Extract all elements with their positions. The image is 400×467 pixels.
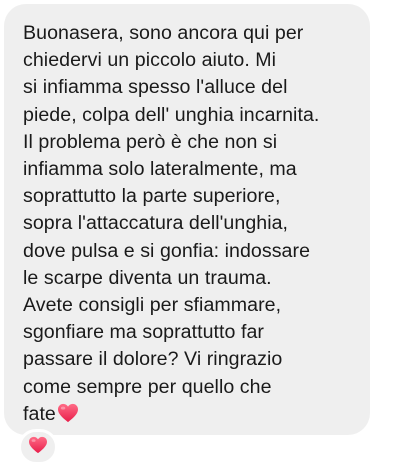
message-bubble[interactable]: Buonasera, sono ancora qui per chiedervi… [4, 4, 370, 435]
message-text: Buonasera, sono ancora qui per chiedervi… [23, 20, 360, 431]
message-line: chiedervi un piccolo aiuto. Mi [23, 49, 277, 72]
message-line: Avete consigli per sfiammare, [23, 294, 282, 317]
message-line: come sempre per quello che [23, 375, 272, 398]
message-line: soprattutto la parte superiore, [23, 185, 281, 208]
message-line: le scarpe diventa un trauma. [23, 266, 272, 289]
message-line: si infiamma spesso l'alluce del [23, 76, 288, 99]
message-line: fate [23, 402, 56, 425]
reaction-badge[interactable] [18, 429, 58, 465]
message-line: sopra l'attaccatura dell'unghia, [23, 212, 289, 235]
message-line: infiamma solo lateralmente, ma [23, 158, 297, 181]
message-line: Il problema però è che non si [23, 130, 278, 153]
message-line: passare il dolore? Vi ringrazio [23, 348, 283, 371]
message-line: piede, colpa dell' unghia incarnita. [23, 103, 320, 126]
message-line: Buonasera, sono ancora qui per [23, 22, 304, 44]
chat-thread: Buonasera, sono ancora qui per chiedervi… [0, 0, 400, 467]
heart-icon [28, 436, 48, 459]
message-line: sgonfiare ma soprattutto far [23, 321, 265, 344]
message-line: dove pulsa e si gonfia: indossare [23, 239, 311, 262]
heart-icon [57, 403, 79, 431]
